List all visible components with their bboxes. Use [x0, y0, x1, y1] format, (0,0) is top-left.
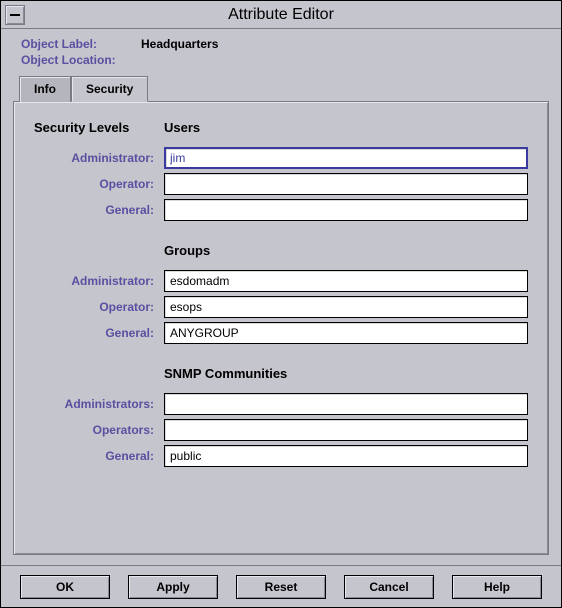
groups-operator-label: Operator:	[34, 300, 164, 314]
ok-button[interactable]: OK	[20, 575, 110, 599]
window-menu-icon	[10, 14, 20, 16]
groups-general-label: General:	[34, 326, 164, 340]
tab-row: Info Security	[13, 75, 549, 101]
security-levels-heading: Security Levels	[34, 120, 164, 135]
snmp-general-label: General:	[34, 449, 164, 463]
titlebar: Attribute Editor	[1, 1, 561, 29]
groups-admin-label: Administrator:	[34, 274, 164, 288]
users-admin-input[interactable]	[164, 147, 528, 169]
users-operator-label: Operator:	[34, 177, 164, 191]
object-label-label: Object Label:	[21, 37, 141, 51]
button-bar: OK Apply Reset Cancel Help	[1, 565, 561, 607]
snmp-heading: SNMP Communities	[164, 366, 528, 381]
reset-button[interactable]: Reset	[236, 575, 326, 599]
users-heading: Users	[164, 120, 528, 135]
tab-info[interactable]: Info	[19, 76, 71, 102]
groups-operator-input[interactable]	[164, 296, 528, 318]
snmp-operators-label: Operators:	[34, 423, 164, 437]
snmp-admins-input[interactable]	[164, 393, 528, 415]
tab-security[interactable]: Security	[71, 76, 148, 102]
help-button[interactable]: Help	[452, 575, 542, 599]
snmp-operators-input[interactable]	[164, 419, 528, 441]
object-location-label: Object Location:	[21, 53, 141, 67]
snmp-admins-label: Administrators:	[34, 397, 164, 411]
users-operator-input[interactable]	[164, 173, 528, 195]
object-label-value: Headquarters	[141, 37, 218, 51]
window-menu-button[interactable]	[5, 5, 25, 25]
groups-admin-input[interactable]	[164, 270, 528, 292]
groups-heading: Groups	[164, 243, 528, 258]
snmp-general-input[interactable]	[164, 445, 528, 467]
tab-area: Info Security Security Levels Users Admi…	[1, 75, 561, 565]
groups-general-input[interactable]	[164, 322, 528, 344]
security-panel: Security Levels Users Administrator: Ope…	[13, 101, 549, 555]
users-general-label: General:	[34, 203, 164, 217]
users-general-input[interactable]	[164, 199, 528, 221]
apply-button[interactable]: Apply	[128, 575, 218, 599]
window-title: Attribute Editor	[31, 6, 531, 24]
header-area: Object Label: Headquarters Object Locati…	[1, 29, 561, 75]
cancel-button[interactable]: Cancel	[344, 575, 434, 599]
attribute-editor-window: Attribute Editor Object Label: Headquart…	[0, 0, 562, 608]
users-admin-label: Administrator:	[34, 151, 164, 165]
